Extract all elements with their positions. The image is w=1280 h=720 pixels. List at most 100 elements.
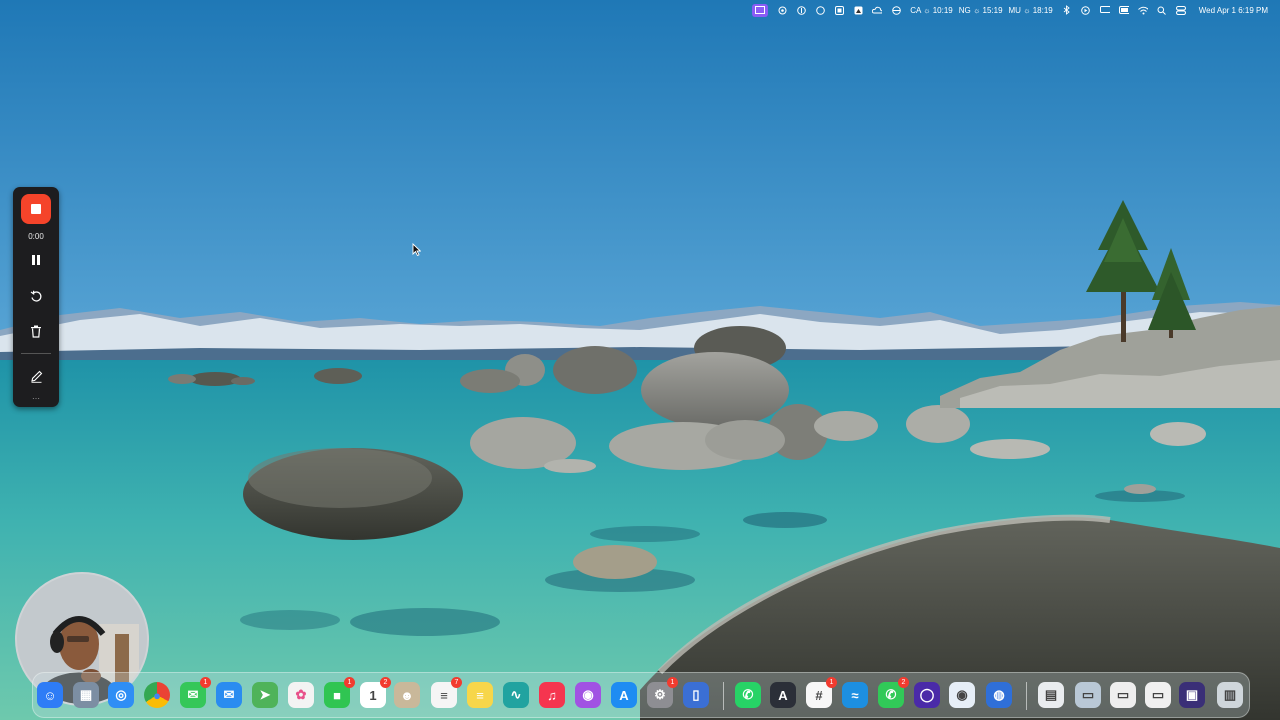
desktop-wallpaper <box>0 0 1280 720</box>
dock-app-slack[interactable]: #1 <box>806 677 837 708</box>
toolbar-more-handle[interactable]: ⋯ <box>13 395 59 403</box>
dock-app-phone[interactable]: ✆ 2 <box>878 677 909 708</box>
pointer-icon <box>412 243 421 256</box>
dock-app-podcasts[interactable]: ◉ <box>575 682 601 708</box>
desktop: CA ☼ 10:19 NG ☼ 15:19 MU ☼ 18:19 Wed Apr… <box>0 0 1280 720</box>
clock-ng: NG ☼ 15:19 <box>958 5 1003 15</box>
pause-icon <box>32 255 40 265</box>
podcasts-icon: ◉ <box>582 687 594 702</box>
notification-badge: 1 <box>667 677 678 688</box>
battery-icon[interactable] <box>1118 5 1129 15</box>
dock-app-safari[interactable]: ◎ <box>108 682 134 708</box>
notification-badge: 1 <box>344 677 355 688</box>
dock: ☺ ▦ ◎ ● ✉ 1 ✉ ➤ ✿ ■ 1 1 2 ☻ ≡ 7 ≡ ∿ ♫ ◉ A ⚙ 1 ▯ ✆ A #1 ≈ ✆ 2 ◯ ◉ ◍ ▤ ▭ ▭ ▭ ▣ ▥ <box>32 672 1250 718</box>
home-icon[interactable] <box>853 5 863 15</box>
photos-icon: ✿ <box>295 687 307 702</box>
dock-app-launchpad[interactable]: ▦ <box>73 682 99 708</box>
chrome-icon: ● <box>153 687 161 703</box>
menu-bar-date-time[interactable]: Wed Apr 1 6:19 PM <box>1199 6 1268 15</box>
docker-icon: ≈ <box>851 687 859 703</box>
dock-app-tower[interactable]: ◍ <box>986 682 1012 708</box>
dock-app-simulator[interactable]: ▯ <box>683 682 709 708</box>
phone-icon: ▯ <box>692 687 700 702</box>
draw-button[interactable] <box>24 365 48 387</box>
tower-icon: ◍ <box>993 687 1005 702</box>
music-icon: ♫ <box>547 687 557 703</box>
dock-app-system-settings[interactable]: ⚙ 1 <box>647 677 678 708</box>
dock-app-xcode-instruments[interactable]: A <box>770 682 796 708</box>
contacts-icon: ☻ <box>400 687 414 703</box>
play-icon[interactable] <box>1081 5 1091 15</box>
launchpad-icon: ▦ <box>79 687 93 702</box>
dock-app-freeform[interactable]: ∿ <box>503 682 529 708</box>
pencil-icon <box>30 370 42 383</box>
dock-app-reminders[interactable]: ≡ 7 <box>431 677 462 708</box>
dock-app-photos[interactable]: ✿ <box>288 682 314 708</box>
delete-recording-button[interactable] <box>24 320 48 342</box>
restart-button[interactable] <box>24 285 48 307</box>
dock-app-calendar[interactable]: 12 <box>360 677 391 708</box>
window-icon: ▣ <box>1185 687 1199 702</box>
safari-icon: ◎ <box>115 687 127 702</box>
arc-icon: ◯ <box>919 687 935 702</box>
notification-badge: 7 <box>451 677 462 688</box>
menu-bar: CA ☼ 10:19 NG ☼ 15:19 MU ☼ 18:19 Wed Apr… <box>0 0 1280 20</box>
dock-app-facetime[interactable]: ■ 1 <box>324 677 355 708</box>
notification-badge: 2 <box>898 677 909 688</box>
wifi-icon[interactable] <box>1137 5 1148 15</box>
proxyman-icon: ◉ <box>956 687 968 702</box>
document-icon: ▤ <box>1044 687 1058 702</box>
dock-app-app-store[interactable]: A <box>611 682 637 708</box>
recording-timer: 0:00 <box>28 232 44 241</box>
dock-app-music[interactable]: ♫ <box>539 682 565 708</box>
dock-app-contacts[interactable]: ☻ <box>394 682 420 708</box>
bluetooth-icon[interactable] <box>1062 5 1072 15</box>
dock-separator <box>723 682 724 710</box>
recording-toolbar: 0:00 ⋯ <box>13 187 59 407</box>
search-icon[interactable] <box>1157 5 1167 15</box>
freeform-icon: ∿ <box>510 687 522 702</box>
display-icon[interactable] <box>1099 5 1110 15</box>
dock-app-document[interactable]: ▤ <box>1038 682 1064 708</box>
instruments-icon: A <box>778 687 788 703</box>
dock-app-proxyman[interactable]: ◉ <box>949 682 975 708</box>
pause-button[interactable] <box>24 249 48 271</box>
world-clocks[interactable]: CA ☼ 10:19 NG ☼ 15:19 MU ☼ 18:19 <box>910 6 1053 15</box>
restart-icon <box>30 290 41 301</box>
dock-app-notes[interactable]: ≡ <box>467 682 493 708</box>
dock-app-finder[interactable]: ☺ <box>37 682 63 708</box>
stop-recording-button[interactable] <box>21 194 51 224</box>
dock-separator <box>1026 682 1027 710</box>
dock-app-messages[interactable]: ✉ 1 <box>180 677 211 708</box>
dock-app-screenshot-3[interactable]: ▭ <box>1145 682 1171 708</box>
dock-app-whatsapp[interactable]: ✆ <box>735 682 761 708</box>
notes-icon: ≡ <box>476 687 484 703</box>
toolbar-divider <box>21 353 51 354</box>
dock-app-docker[interactable]: ≈ <box>842 682 868 708</box>
screenshot-icon: ▭ <box>1081 687 1095 702</box>
control-center-icon[interactable] <box>1175 5 1186 15</box>
dock-app-screenshot-2[interactable]: ▭ <box>1110 682 1136 708</box>
dock-app-screenshot-1[interactable]: ▭ <box>1075 682 1101 708</box>
vpn-icon[interactable] <box>891 5 902 15</box>
circle-outline-icon[interactable] <box>815 5 825 15</box>
finder-icon: ☺ <box>43 687 57 703</box>
dock-app-mail[interactable]: ✉ <box>216 682 242 708</box>
dock-app-arc[interactable]: ◯ <box>914 682 940 708</box>
notification-badge: 2 <box>380 677 391 688</box>
whatsapp-icon: ✆ <box>742 687 754 702</box>
dock-app-trash[interactable]: ▥ <box>1217 682 1243 708</box>
dock-app-chrome[interactable]: ● <box>144 682 170 708</box>
trash-icon <box>31 325 41 338</box>
app-store-icon: A <box>619 687 629 703</box>
dock-app-maps[interactable]: ➤ <box>252 682 278 708</box>
clock-ca: CA ☼ 10:19 <box>910 5 953 15</box>
cloud-icon[interactable] <box>872 5 883 15</box>
screen-record-icon[interactable] <box>752 3 769 17</box>
mirror-icon[interactable] <box>834 5 844 15</box>
dock-app-window-preview[interactable]: ▣ <box>1179 682 1205 708</box>
screenshot-icon: ▭ <box>1151 687 1165 702</box>
notification-badge: 1 <box>826 677 837 688</box>
circle-icon[interactable] <box>777 5 787 15</box>
info-icon[interactable] <box>796 5 806 15</box>
